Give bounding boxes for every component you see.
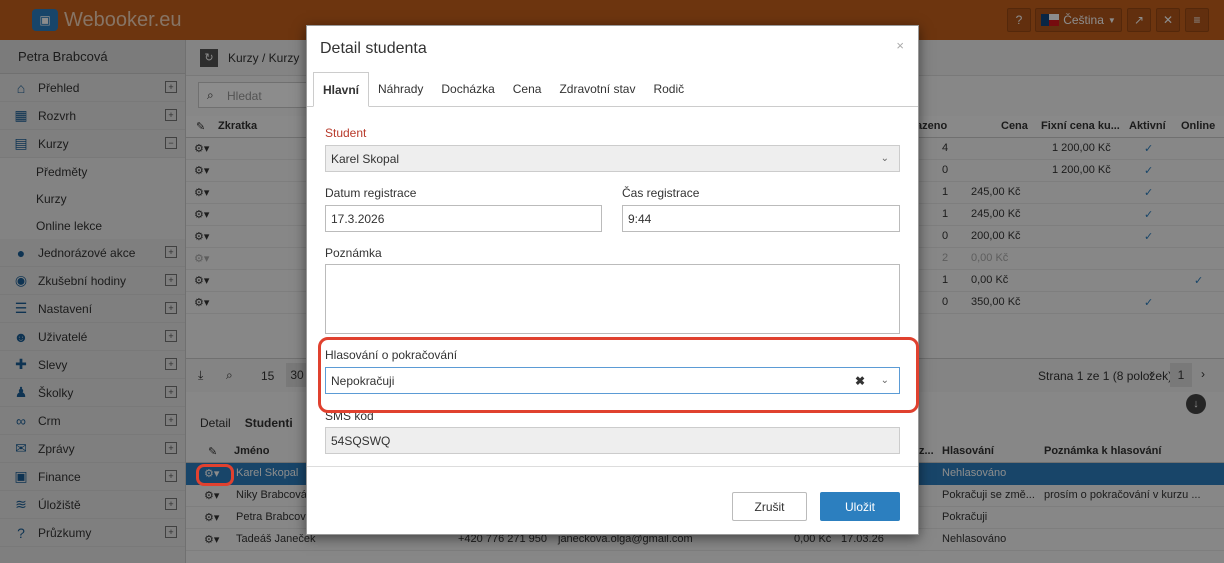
tab-dochazka[interactable]: Docházka: [432, 72, 503, 106]
reg-date-label: Datum registrace: [325, 186, 417, 200]
save-button[interactable]: Uložit: [820, 492, 900, 521]
tab-zdravotni-stav[interactable]: Zdravotní stav: [550, 72, 644, 106]
divider: [307, 466, 918, 467]
cancel-button[interactable]: Zrušit: [732, 492, 807, 521]
reg-time-field[interactable]: 9:44: [622, 205, 900, 232]
vote-highlight: [318, 337, 919, 413]
tab-hlavni[interactable]: Hlavní: [313, 72, 370, 107]
reg-time-label: Čas registrace: [622, 186, 700, 200]
modal-title: Detail studenta: [320, 40, 427, 57]
tab-cena[interactable]: Cena: [504, 72, 551, 106]
student-label: Student: [325, 126, 367, 140]
chevron-down-icon: ⌄: [880, 153, 889, 164]
note-label: Poznámka: [325, 246, 382, 260]
student-detail-modal: Detail studenta × Hlavní Náhrady Docházk…: [306, 25, 919, 535]
tab-rodic[interactable]: Rodič: [644, 72, 693, 106]
modal-tabs: Hlavní Náhrady Docházka Cena Zdravotní s…: [307, 72, 918, 107]
close-icon[interactable]: ×: [896, 38, 904, 53]
student-select[interactable]: Karel Skopal ⌄: [325, 145, 900, 172]
note-textarea[interactable]: [325, 264, 900, 334]
reg-date-field[interactable]: 17.3.2026: [325, 205, 602, 232]
tab-nahrady[interactable]: Náhrady: [369, 72, 432, 106]
sms-code-field[interactable]: 54SQSWQ: [325, 427, 900, 454]
gear-highlight: [196, 464, 234, 486]
